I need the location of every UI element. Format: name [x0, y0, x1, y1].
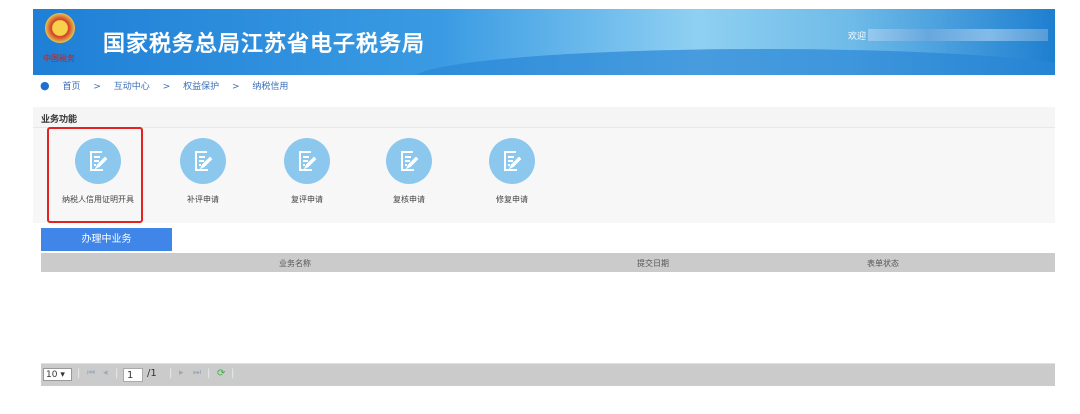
- column-status: 表单状态: [867, 259, 899, 268]
- pagination-bar: 10 ▾ | ⏮ ◂ | 1 /1 | ▸ ⏭ | ⟳ |: [41, 363, 1055, 386]
- breadcrumb-sep: >: [232, 82, 240, 92]
- divider: |: [231, 368, 235, 379]
- breadcrumb-credit: 纳税信用: [252, 82, 289, 92]
- header-background: [413, 49, 1055, 75]
- tab-in-progress[interactable]: 办理中业务: [41, 228, 172, 251]
- divider: |: [207, 368, 211, 379]
- page-size-select[interactable]: 10 ▾: [43, 368, 72, 381]
- page-number-input[interactable]: 1: [123, 368, 143, 382]
- prev-page-icon[interactable]: ◂: [103, 368, 108, 378]
- breadcrumb: ● 首页 > 互动中心 > 权益保护 > 纳税信用: [40, 79, 298, 92]
- function-review[interactable]: 复核申请: [359, 138, 459, 205]
- breadcrumb-sep: >: [162, 82, 171, 92]
- edit-document-icon: [284, 138, 330, 184]
- first-page-icon[interactable]: ⏮: [87, 368, 95, 378]
- last-page-icon[interactable]: ⏭: [193, 368, 201, 378]
- total-pages: /1: [147, 368, 157, 379]
- breadcrumb-home[interactable]: 首页: [62, 82, 80, 92]
- highlight-box: [47, 127, 143, 223]
- user-name-blurred: [868, 29, 1048, 41]
- site-title: 国家税务总局江苏省电子税务局: [103, 32, 426, 57]
- edit-document-icon: [489, 138, 535, 184]
- edit-document-icon: [180, 138, 226, 184]
- divider: |: [77, 368, 81, 379]
- function-supplement-rating[interactable]: 补评申请: [153, 138, 253, 205]
- function-repair[interactable]: 修复申请: [462, 138, 562, 205]
- emblem-text: 中国税务: [43, 54, 75, 63]
- table-header: 业务名称 提交日期 表单状态: [41, 253, 1055, 272]
- breadcrumb-interaction[interactable]: 互动中心: [114, 82, 150, 92]
- function-list: 纳税人信用证明开具 补评申请 复评申请 复核申请 修复申请: [33, 128, 1055, 223]
- function-re-rating[interactable]: 复评申请: [257, 138, 357, 205]
- column-date: 提交日期: [637, 259, 669, 268]
- breadcrumb-rights[interactable]: 权益保护: [183, 82, 219, 92]
- section-header: 业务功能: [33, 107, 1055, 128]
- divider: |: [115, 368, 119, 379]
- edit-document-icon: [386, 138, 432, 184]
- site-header: 中国税务 国家税务总局江苏省电子税务局 欢迎: [33, 9, 1055, 75]
- divider: |: [169, 368, 173, 379]
- welcome-text: 欢迎: [848, 32, 867, 42]
- next-page-icon[interactable]: ▸: [179, 368, 184, 378]
- refresh-icon[interactable]: ⟳: [217, 368, 225, 379]
- section-title: 业务功能: [41, 115, 78, 125]
- emblem-logo: [45, 13, 75, 43]
- column-name: 业务名称: [279, 259, 311, 268]
- breadcrumb-sep: >: [93, 82, 101, 92]
- location-pin-icon: ●: [40, 79, 50, 92]
